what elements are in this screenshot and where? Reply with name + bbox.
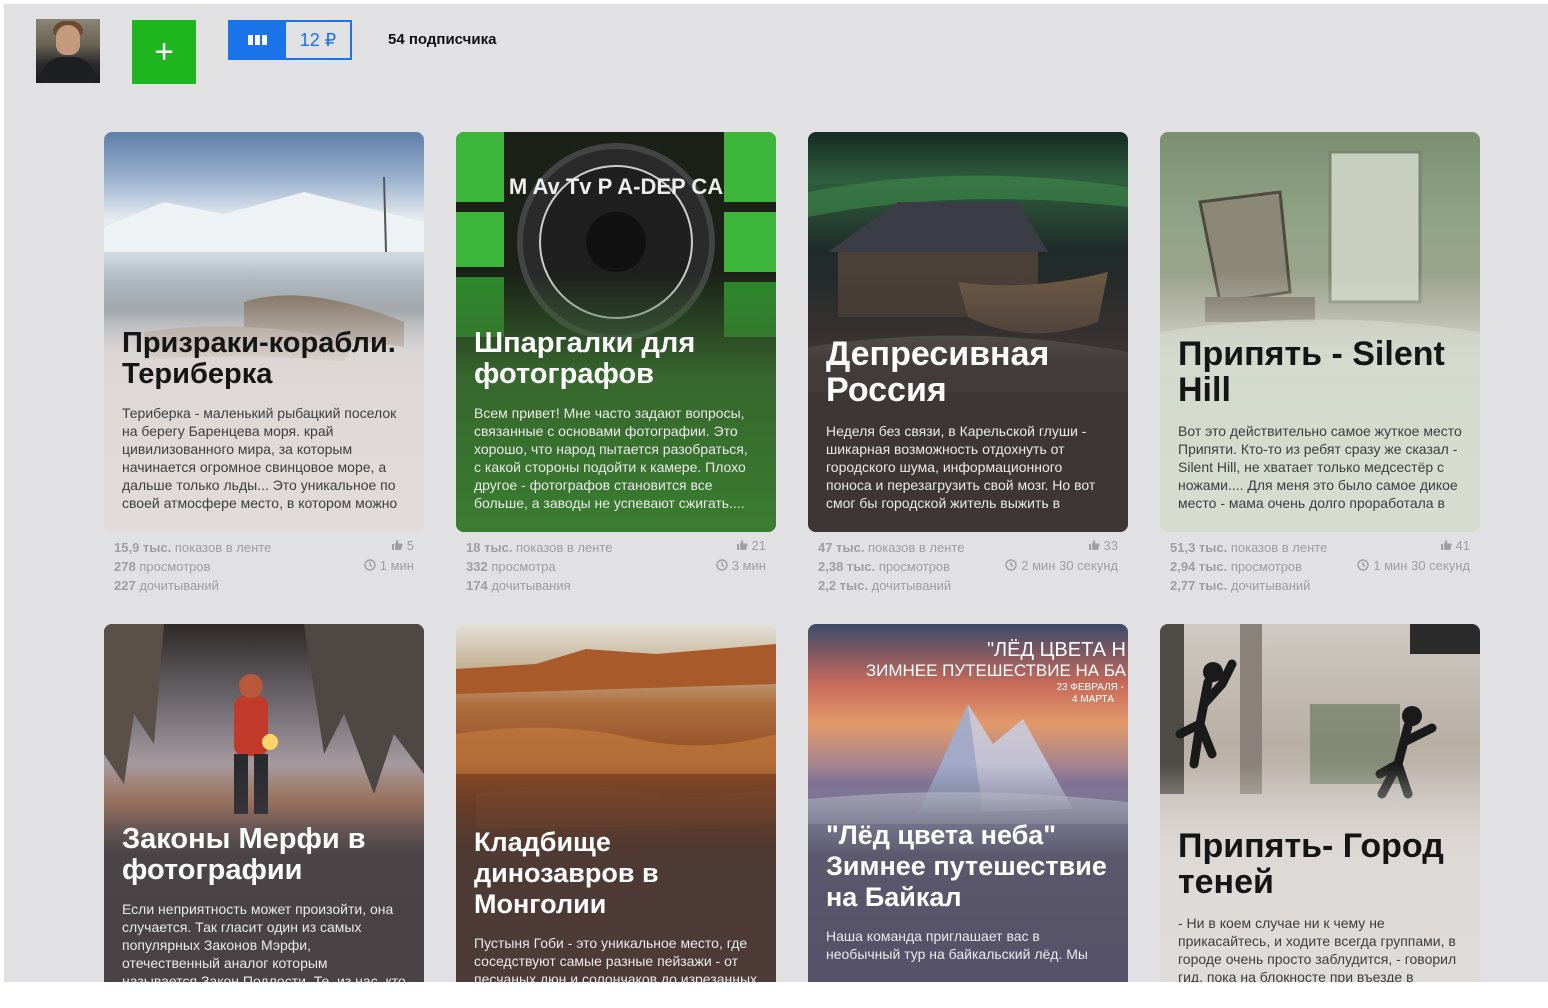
dial-letters: M Av Tv P A-DEP CA (509, 174, 723, 199)
card-text: Припять- Город теней - Ни в коем случае … (1178, 828, 1462, 982)
page: + 12 ₽ 54 подписчика Призраки-корабли. Т… (4, 4, 1548, 982)
views-label: просмотров (878, 559, 951, 574)
card-snippet: Если неприятность может произойти, она с… (122, 901, 406, 982)
add-publication-button[interactable]: + (132, 20, 196, 84)
reads-label: дочитывания (491, 578, 571, 593)
read-time: 1 мин (379, 558, 414, 573)
article-card-pripyat-silent-hill[interactable]: Припять - Silent Hill Вот это действител… (1160, 132, 1480, 532)
card-text: "Лёд цвета неба" Зимнее путешествие на Б… (826, 820, 1110, 963)
card-title: Шпаргалки для фотографов (474, 327, 696, 390)
clock-icon (364, 559, 376, 571)
reads-value: 2,77 тыс. (1170, 578, 1228, 593)
card-snippet: Териберка - маленький рыбацкий поселок н… (122, 405, 398, 511)
avatar-body (42, 57, 94, 83)
article-card-murphy-laws[interactable]: Законы Мерфи в фотографии Если неприятно… (104, 624, 424, 982)
card-title: Депресивная Россия (826, 335, 1050, 409)
card-text: Депресивная Россия Неделя без связи, в К… (826, 336, 1110, 512)
read-time: 3 мин (731, 558, 766, 573)
card-snippet: Пустыня Гоби - это уникальное место, где… (474, 935, 758, 982)
card-stats: 15,9 тыс. показов в ленте 278 просмотров… (104, 538, 456, 600)
views-label: просмотра (491, 559, 556, 574)
impressions-label: показов в ленте (868, 540, 965, 555)
thumbs-up-icon (736, 540, 748, 550)
card-text: Законы Мерфи в фотографии Если неприятно… (122, 823, 406, 983)
card-title: Припять - Silent Hill (1178, 335, 1445, 409)
card-snippet: - Ни в коем случае ни к чему не прикасай… (1178, 915, 1457, 982)
thumbs-up-icon (1088, 540, 1100, 550)
impressions-value: 47 тыс. (818, 540, 865, 555)
article-card-pripyat-shadows[interactable]: Припять- Город теней - Ни в коем случае … (1160, 624, 1480, 982)
card-snippet: Неделя без связи, в Карельской глуши - ш… (826, 423, 1096, 511)
clock-icon (716, 559, 728, 571)
article-card-dinosaur-cemetery[interactable]: Кладбище динозавров в Монголии Пустыня Г… (456, 624, 776, 982)
thumbs-up-icon (1440, 540, 1452, 550)
card-stats: 51,3 тыс. показов в ленте 2,94 тыс. прос… (1160, 538, 1512, 600)
card-text: Шпаргалки для фотографов Всем привет! Мн… (474, 328, 758, 512)
views-value: 2,94 тыс. (1170, 559, 1228, 574)
donate-amount[interactable]: 12 ₽ (286, 20, 352, 60)
article-card-baikal-ice[interactable]: "ЛЁД ЦВЕТА Н ЗИМНЕЕ ПУТЕШЕСТВИЕ НА БА 23… (808, 624, 1128, 982)
impressions-value: 51,3 тыс. (1170, 540, 1228, 555)
likes-count: 33 (1103, 538, 1118, 553)
likes-count: 5 (406, 538, 414, 553)
bars-icon (247, 35, 267, 45)
reads-label: дочитываний (1230, 578, 1311, 593)
views-value: 278 (114, 559, 136, 574)
card-text: Припять - Silent Hill Вот это действител… (1178, 336, 1462, 512)
card-stats: 47 тыс. показов в ленте 2,38 тыс. просмо… (808, 538, 1160, 600)
reads-value: 174 (466, 578, 488, 593)
views-value: 332 (466, 559, 488, 574)
card-title: Кладбище динозавров в Монголии (474, 827, 659, 919)
impressions-value: 15,9 тыс. (114, 540, 172, 555)
article-card-depressive-russia[interactable]: Депресивная Россия Неделя без связи, в К… (808, 132, 1128, 532)
card-title: Призраки-корабли. Териберка (122, 327, 396, 390)
card-snippet: Вот это действительно самое жуткое место… (1178, 423, 1462, 511)
overlay-line-4: 4 МАРТА (1072, 694, 1114, 705)
article-card-cheatsheets[interactable]: M Av Tv P A-DEP CA Шпаргалки для фотогра… (456, 132, 776, 532)
read-time: 2 мин 30 секунд (1021, 558, 1118, 573)
donate-icon-button[interactable] (228, 20, 286, 60)
author-avatar[interactable] (36, 19, 100, 83)
impressions-label: показов в ленте (174, 540, 272, 555)
overlay-line-1: "ЛЁД ЦВЕТА Н (987, 639, 1126, 661)
thumbs-up-icon (391, 540, 403, 550)
card-text: Кладбище динозавров в Монголии Пустыня Г… (474, 827, 758, 982)
card-title: Припять- Город теней (1178, 827, 1444, 901)
card-snippet: Наша команда приглашает вас в необычный … (826, 928, 1088, 962)
clock-icon (1357, 559, 1369, 571)
card-stats: 18 тыс. показов в ленте 332 просмотра 17… (456, 538, 808, 600)
bottom-strip (0, 982, 1548, 1008)
impressions-value: 18 тыс. (466, 540, 513, 555)
reads-label: дочитываний (871, 578, 952, 593)
views-label: просмотров (1230, 559, 1303, 574)
read-time: 1 мин 30 секунд (1373, 558, 1470, 573)
reads-label: дочитываний (139, 578, 219, 593)
likes-count: 21 (751, 538, 766, 553)
reads-value: 227 (114, 578, 136, 593)
card-title: Законы Мерфи в фотографии (122, 823, 366, 886)
views-value: 2,38 тыс. (818, 559, 876, 574)
article-card-teriberka[interactable]: Призраки-корабли. Териберка Териберка - … (104, 132, 424, 532)
clock-icon (1005, 559, 1017, 571)
overlay-line-2: ЗИМНЕЕ ПУТЕШЕСТВИЕ НА БА (866, 661, 1127, 680)
donate-group: 12 ₽ (228, 20, 352, 60)
avatar-head (56, 25, 80, 55)
card-title: "Лёд цвета неба" Зимнее путешествие на Б… (826, 820, 1107, 912)
reads-value: 2,2 тыс. (818, 578, 868, 593)
likes-count: 41 (1455, 538, 1470, 553)
card-snippet: Всем привет! Мне часто задают вопросы, с… (474, 405, 748, 511)
card-text: Призраки-корабли. Териберка Териберка - … (122, 328, 406, 512)
overlay-line-3: 23 ФЕВРАЛЯ - (1056, 682, 1124, 693)
impressions-label: показов в ленте (516, 540, 613, 555)
impressions-label: показов в ленте (1230, 540, 1328, 555)
views-label: просмотров (139, 559, 211, 574)
subscriber-count: 54 подписчика (388, 31, 497, 48)
